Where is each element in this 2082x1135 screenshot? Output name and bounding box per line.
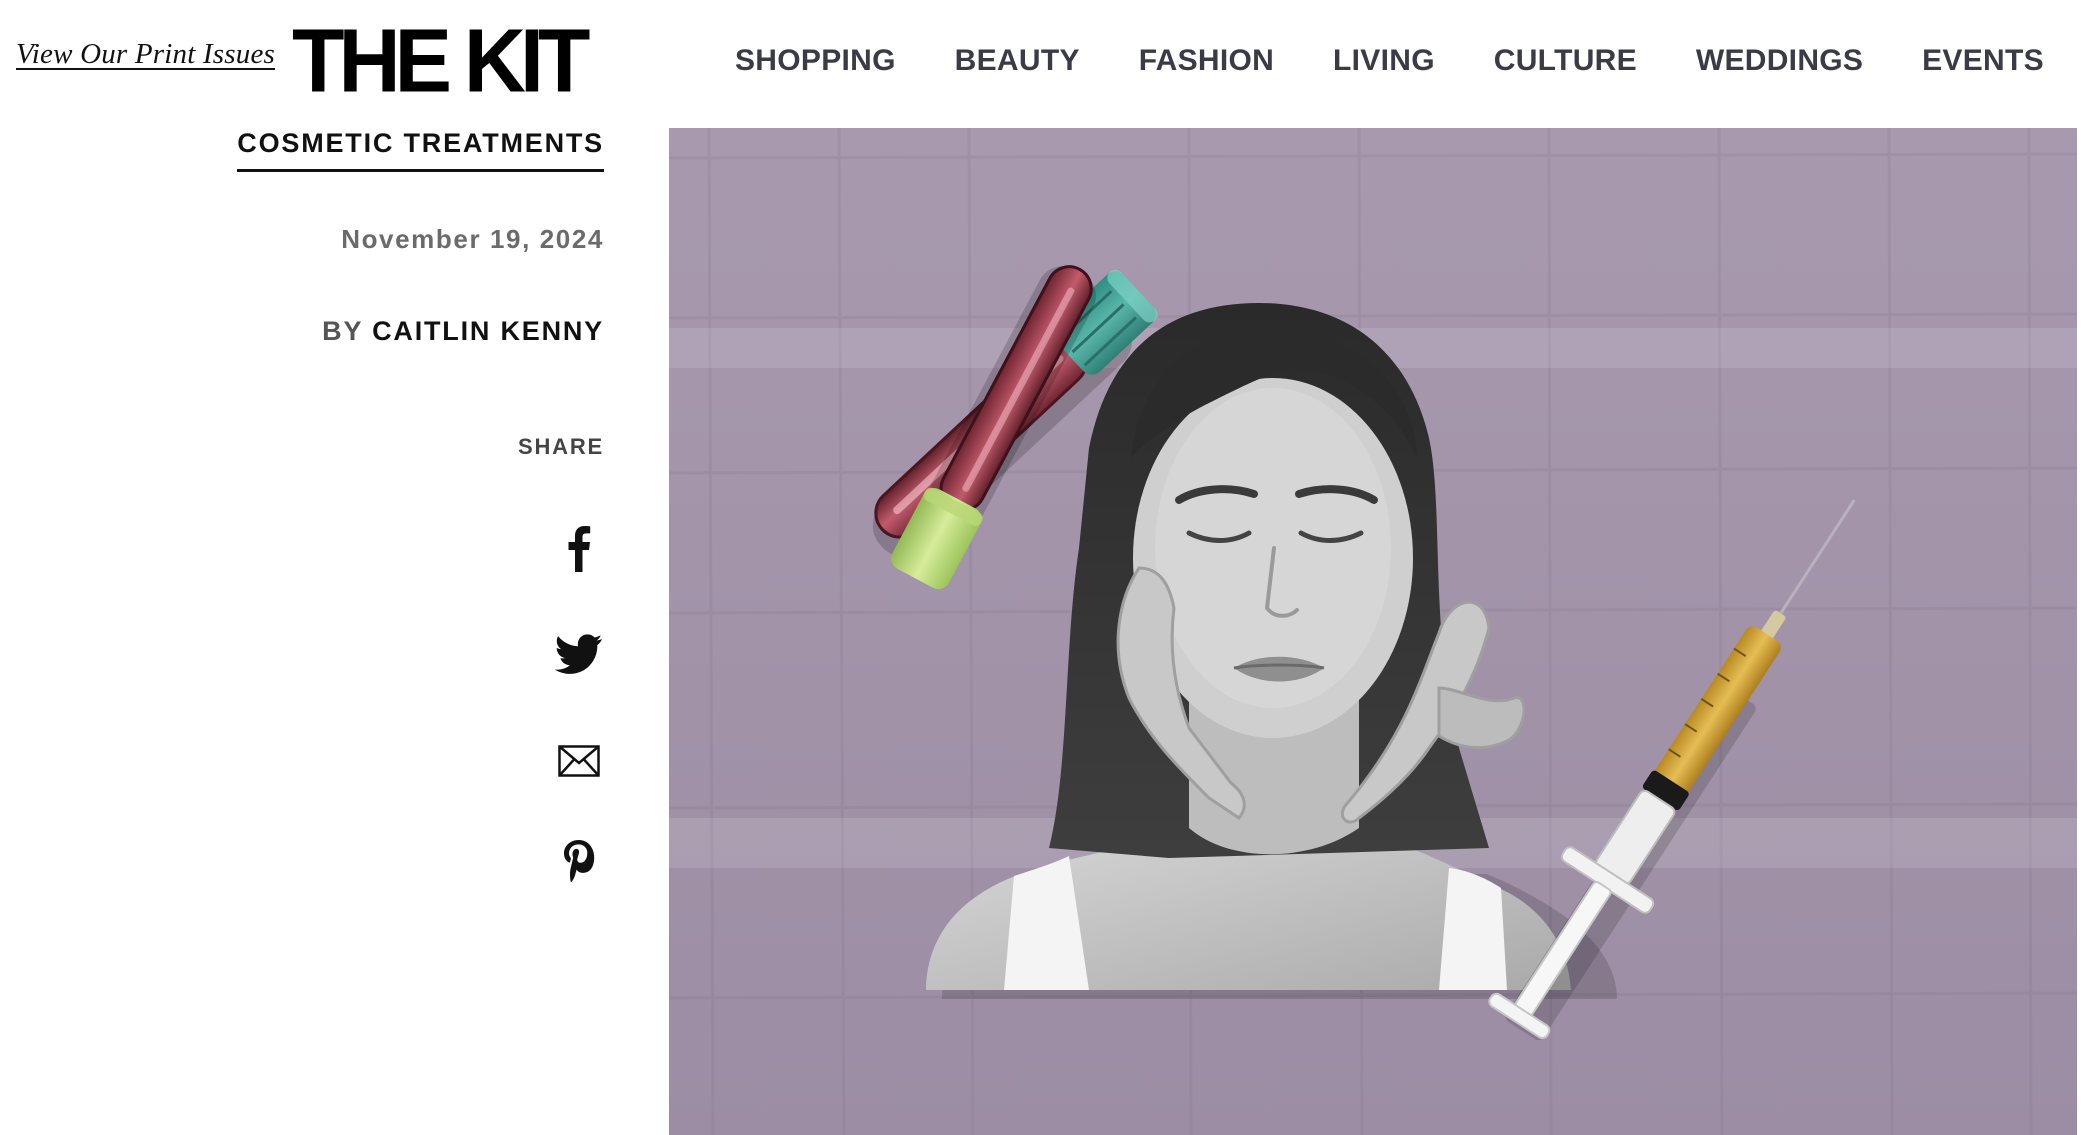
nav-beauty[interactable]: BEAUTY: [955, 44, 1080, 78]
twitter-icon[interactable]: [554, 629, 604, 679]
hero-illustration: [669, 128, 2077, 1135]
nav-fashion[interactable]: FASHION: [1139, 44, 1274, 78]
article-meta-sidebar: COSMETIC TREATMENTS November 19, 2024 BY…: [0, 128, 604, 1135]
byline: BY CAITLIN KENNY: [322, 316, 604, 347]
pinterest-icon[interactable]: [554, 836, 604, 886]
nav-culture[interactable]: CULTURE: [1494, 44, 1637, 78]
author-link[interactable]: CAITLIN KENNY: [372, 316, 604, 346]
main-nav: SHOPPING BEAUTY FASHION LIVING CULTURE W…: [735, 44, 2044, 78]
email-icon[interactable]: [554, 736, 604, 786]
print-issues-link[interactable]: View Our Print Issues: [16, 38, 275, 71]
category-link[interactable]: COSMETIC TREATMENTS: [237, 128, 604, 172]
hero-image: [669, 128, 2077, 1135]
nav-weddings[interactable]: WEDDINGS: [1696, 44, 1863, 78]
nav-shopping[interactable]: SHOPPING: [735, 44, 896, 78]
publish-date: November 19, 2024: [341, 224, 604, 254]
nav-events[interactable]: EVENTS: [1922, 44, 2044, 78]
byline-prefix: BY: [322, 316, 363, 346]
site-logo[interactable]: THE KIT: [292, 16, 590, 106]
nav-living[interactable]: LIVING: [1333, 44, 1435, 78]
share-label: SHARE: [517, 434, 604, 459]
site-header: View Our Print Issues THE KIT SHOPPING B…: [0, 0, 2082, 128]
facebook-icon[interactable]: [554, 523, 604, 573]
